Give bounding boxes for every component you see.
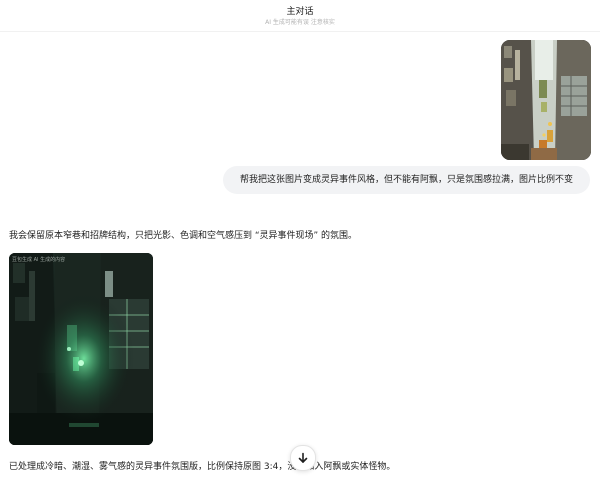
chat-header: 主对话 AI 生成可能有误 注意核实 bbox=[0, 0, 600, 32]
assistant-result-text: 已处理成冷暗、潮湿、雾气感的灵异事件氛围版，比例保持原图 3:4，没有加入阿飘或… bbox=[9, 462, 396, 472]
alley-photo-original bbox=[501, 40, 591, 160]
image-watermark: 豆包生成 AI 生成的内容 bbox=[12, 257, 66, 263]
chat-title: 主对话 bbox=[286, 7, 314, 17]
alley-photo-eerie bbox=[9, 253, 153, 445]
assistant-intro-text: 我会保留原本窄巷和招牌结构，只把光影、色调和空气感压到 “灵异事件现场” 的氛围… bbox=[9, 231, 358, 241]
user-message-bubble: 帮我把这张图片变成灵异事件风格，但不能有阿飘，只是氛围感拉满，图片比例不变 bbox=[223, 166, 590, 194]
ai-disclaimer: AI 生成可能有误 注意核实 bbox=[265, 19, 335, 26]
user-uploaded-image[interactable] bbox=[501, 40, 591, 160]
arrow-down-icon bbox=[298, 452, 308, 463]
scroll-to-bottom-button[interactable] bbox=[290, 445, 316, 471]
generated-image[interactable]: 豆包生成 AI 生成的内容 bbox=[9, 253, 153, 445]
